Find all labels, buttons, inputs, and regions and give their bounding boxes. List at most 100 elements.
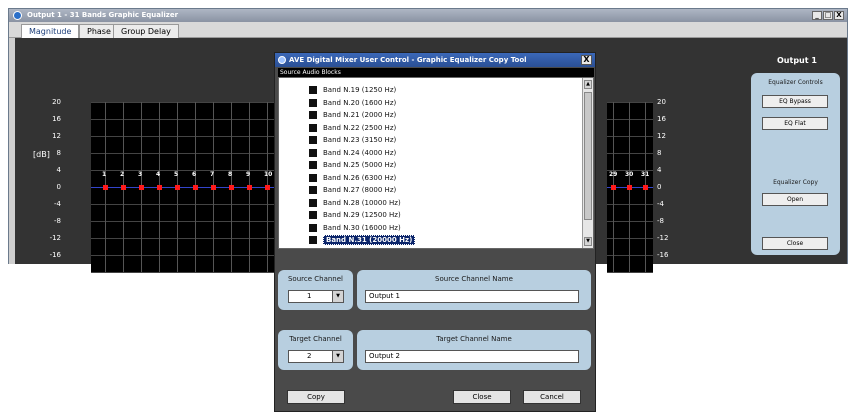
- eq-copy-open-button[interactable]: Open: [762, 193, 828, 206]
- db-tick-label: -8: [54, 217, 61, 225]
- band-list-label: Band N.25 (5000 Hz): [323, 161, 397, 169]
- band-number: 29: [609, 171, 618, 178]
- checkbox-icon[interactable]: [309, 211, 317, 219]
- band-list-item[interactable]: Band N.25 (5000 Hz): [309, 159, 396, 171]
- tab-group-delay[interactable]: Group Delay: [113, 24, 179, 38]
- band-list-item[interactable]: Band N.24 (4000 Hz): [309, 147, 396, 159]
- band-number: 2: [120, 171, 125, 178]
- grid-line: [607, 272, 653, 273]
- band-list-item[interactable]: Band N.21 (2000 Hz): [309, 109, 396, 121]
- band-number: 31: [641, 171, 650, 178]
- checkbox-icon[interactable]: [309, 111, 317, 119]
- source-channel-value: 1: [307, 292, 312, 300]
- checkbox-icon[interactable]: [309, 186, 317, 194]
- band-number: 5: [174, 171, 179, 178]
- target-name-field[interactable]: Output 2: [365, 350, 579, 363]
- band-point[interactable]: [193, 185, 198, 190]
- list-scrollbar[interactable]: ▲ ▼: [582, 78, 593, 248]
- checkbox-icon[interactable]: [309, 198, 317, 207]
- target-channel-label: Target Channel: [289, 335, 342, 343]
- chevron-down-icon[interactable]: ▼: [332, 351, 343, 362]
- band-point[interactable]: [627, 185, 632, 190]
- band-point[interactable]: [229, 185, 234, 190]
- tab-magnitude[interactable]: Magnitude: [21, 24, 80, 38]
- copy-button[interactable]: Copy: [287, 390, 345, 404]
- band-point[interactable]: [211, 185, 216, 190]
- band-list-item[interactable]: Band N.20 (1600 Hz): [309, 97, 396, 109]
- band-list-item[interactable]: Band N.19 (1250 Hz): [309, 84, 396, 96]
- band-list-label: Band N.22 (2500 Hz): [323, 123, 397, 132]
- eq-flat-button[interactable]: EQ Flat: [762, 117, 828, 130]
- grid-line: [91, 238, 293, 239]
- close-button[interactable]: Close: [453, 390, 511, 404]
- source-channel-label: Source Channel: [287, 275, 343, 283]
- dialog-close-button[interactable]: X: [581, 55, 592, 65]
- output-title: Output 1: [777, 56, 817, 65]
- band-number: 3: [138, 171, 143, 178]
- band-number: 7: [210, 171, 215, 178]
- db-tick-label: -20: [657, 268, 669, 276]
- checkbox-icon[interactable]: [309, 223, 317, 232]
- eq-window-title: Output 1 - 31 Bands Graphic Equalizer: [27, 11, 179, 19]
- band-list-label: Band N.26 (6300 Hz): [323, 173, 397, 182]
- band-point[interactable]: [247, 185, 252, 190]
- eq-graph-right[interactable]: [607, 102, 653, 273]
- band-list-item[interactable]: Band N.27 (8000 Hz): [309, 184, 396, 196]
- checkbox-icon[interactable]: [309, 173, 317, 182]
- checkbox-icon[interactable]: [309, 148, 317, 157]
- band-list[interactable]: Band N.19 (1250 Hz) Band N.20 (1600 Hz) Ba…: [278, 77, 594, 249]
- band-point[interactable]: [643, 185, 648, 190]
- db-tick-label: 4: [657, 166, 662, 174]
- db-tick-label: 16: [52, 115, 61, 123]
- db-tick-label: 16: [657, 115, 666, 123]
- chevron-down-icon[interactable]: ▼: [332, 291, 343, 302]
- checkbox-icon[interactable]: [309, 86, 317, 94]
- scroll-down-icon[interactable]: ▼: [584, 237, 592, 246]
- copy-tool-dialog: AVE Digital Mixer User Control - Graphic…: [274, 52, 596, 412]
- checkbox-icon[interactable]: [309, 123, 317, 132]
- eq-graph[interactable]: [91, 102, 293, 273]
- checkbox-icon[interactable]: [309, 136, 317, 144]
- source-channel-select[interactable]: 1 ▼: [288, 290, 344, 303]
- equalizer-controls-panel: Equalizer Controls EQ Bypass EQ Flat Equ…: [751, 73, 840, 255]
- checkbox-icon[interactable]: [309, 98, 317, 107]
- band-point[interactable]: [121, 185, 126, 190]
- band-list-item[interactable]: Band N.26 (6300 Hz): [309, 172, 396, 184]
- band-list-label: Band N.19 (1250 Hz): [323, 86, 397, 94]
- band-list-item[interactable]: Band N.28 (10000 Hz): [309, 197, 401, 209]
- checkbox-icon[interactable]: [309, 236, 317, 244]
- band-number: 10: [264, 171, 273, 178]
- band-list-item[interactable]: Band N.23 (3150 Hz): [309, 134, 396, 146]
- eq-bypass-button[interactable]: EQ Bypass: [762, 95, 828, 108]
- freq-tick-label: 80: [213, 278, 222, 286]
- source-channel-group: Source Channel 1 ▼: [278, 270, 353, 310]
- band-point[interactable]: [265, 185, 270, 190]
- band-list-item[interactable]: Band N.22 (2500 Hz): [309, 122, 396, 134]
- checkbox-icon[interactable]: [309, 161, 317, 169]
- band-list-item[interactable]: Band N.31 (20000 Hz): [309, 234, 416, 246]
- target-channel-select[interactable]: 2 ▼: [288, 350, 344, 363]
- band-point[interactable]: [139, 185, 144, 190]
- band-number: 9: [246, 171, 251, 178]
- band-point[interactable]: [175, 185, 180, 190]
- maximize-button[interactable]: □: [823, 11, 833, 20]
- eq-close-button[interactable]: Close: [762, 237, 828, 250]
- db-tick-label: 12: [657, 132, 666, 140]
- grid-line: [91, 136, 293, 137]
- cancel-button[interactable]: Cancel: [523, 390, 581, 404]
- source-name-field[interactable]: Output 1: [365, 290, 579, 303]
- band-list-item[interactable]: Band N.30 (16000 Hz): [309, 222, 401, 234]
- dialog-titlebar: AVE Digital Mixer User Control - Graphic…: [275, 53, 595, 67]
- band-point[interactable]: [157, 185, 162, 190]
- freq-tick-label: 30: [127, 278, 136, 286]
- band-point[interactable]: [103, 185, 108, 190]
- scrollbar-thumb[interactable]: [584, 92, 592, 220]
- minimize-button[interactable]: _: [812, 11, 822, 20]
- band-point[interactable]: [611, 185, 616, 190]
- equalizer-copy-caption: Equalizer Copy: [773, 179, 818, 186]
- grid-line: [91, 221, 293, 222]
- band-list-item[interactable]: Band N.29 (12500 Hz): [309, 209, 401, 221]
- scroll-up-icon[interactable]: ▲: [584, 80, 592, 89]
- close-button[interactable]: X: [834, 11, 844, 20]
- grid-line: [91, 272, 293, 273]
